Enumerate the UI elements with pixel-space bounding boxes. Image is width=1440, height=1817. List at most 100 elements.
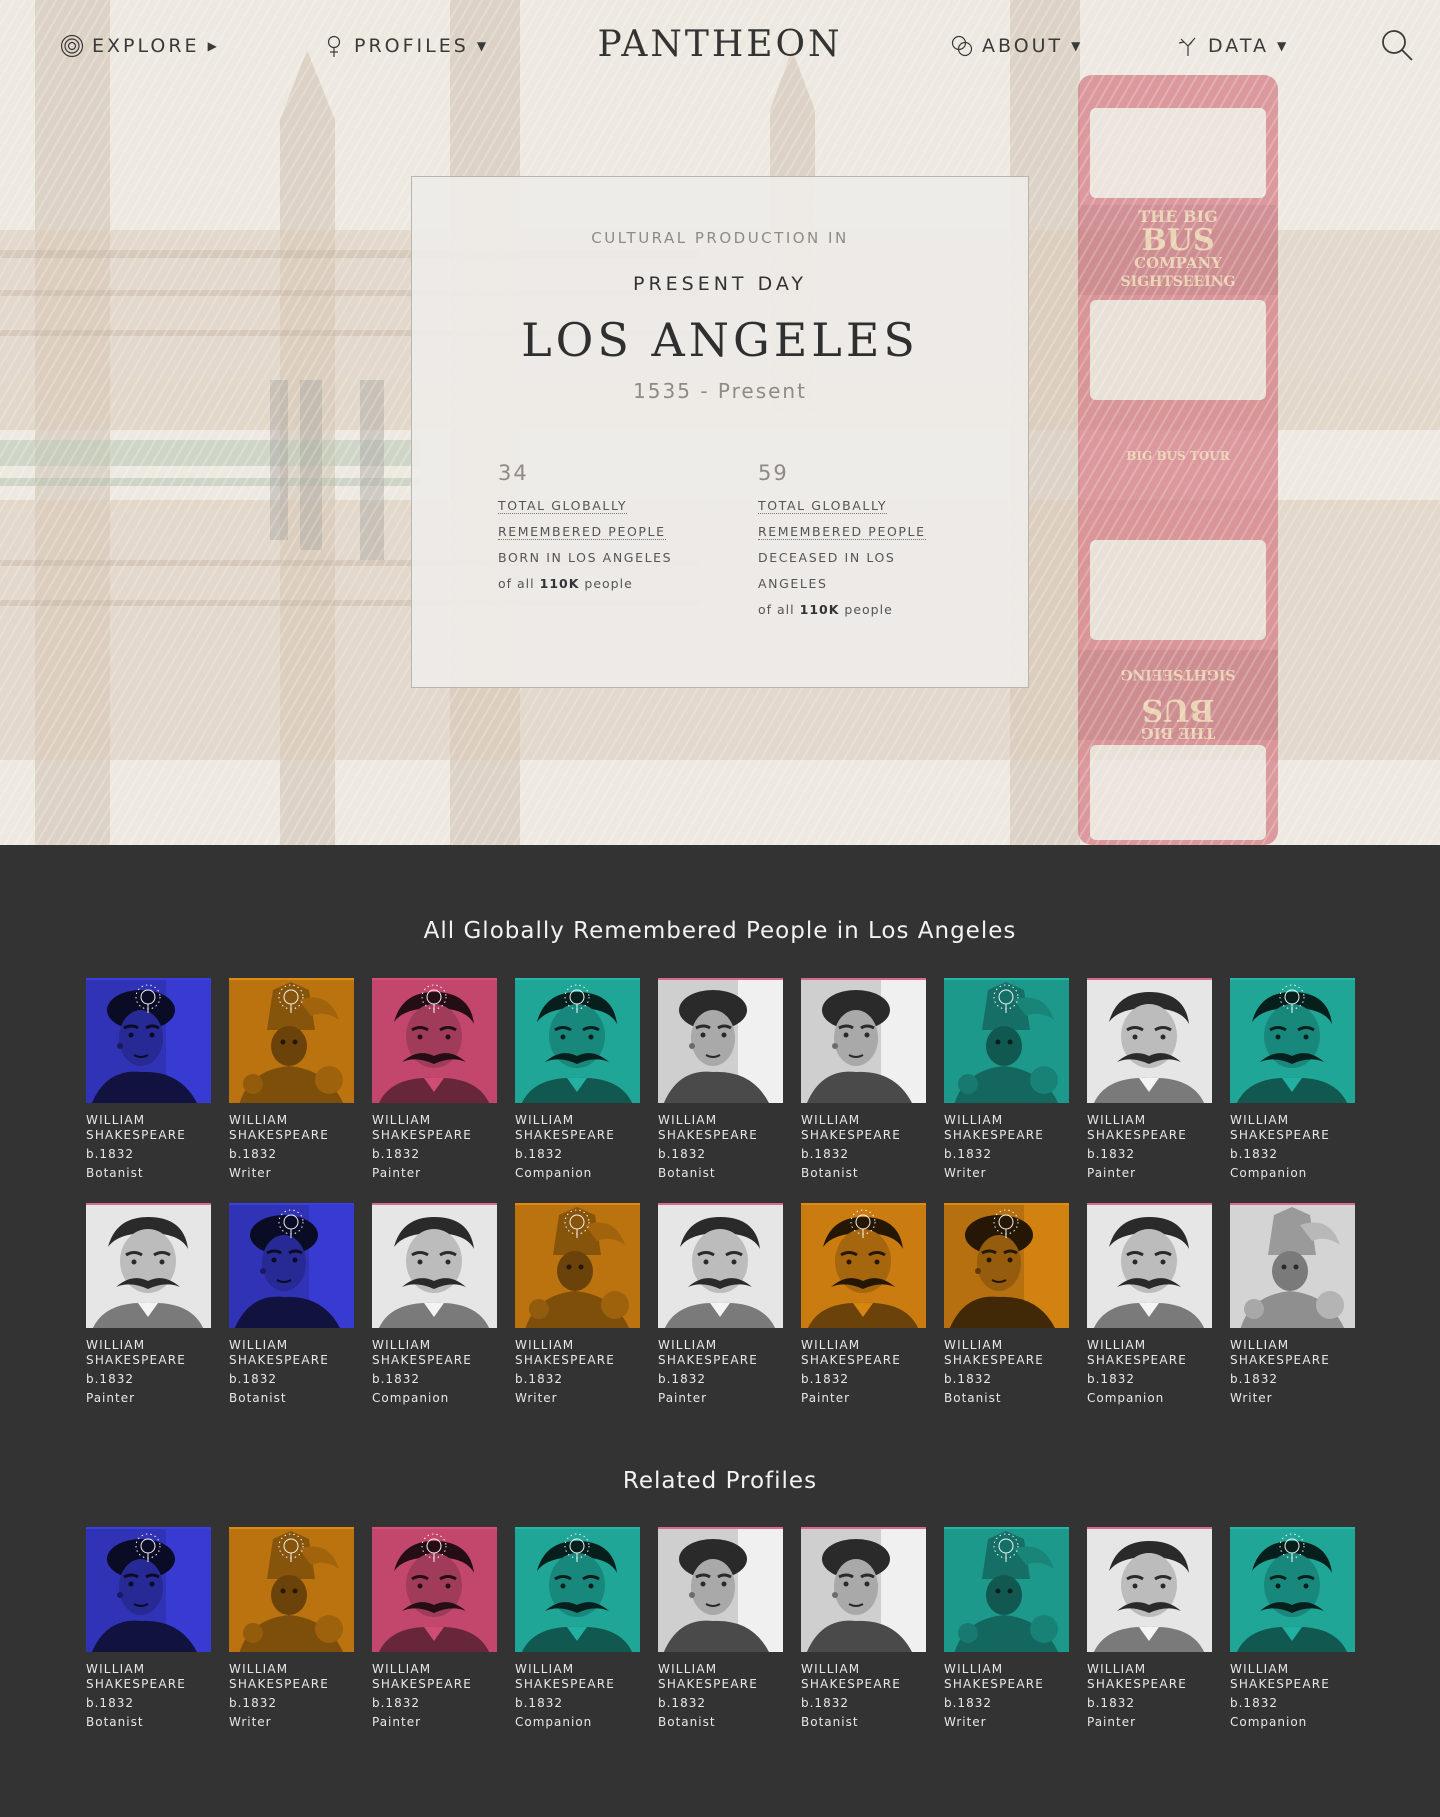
person-portrait[interactable]: [1087, 1527, 1212, 1652]
person-portrait[interactable]: [1230, 1527, 1355, 1652]
person-card[interactable]: William Shakespeare b.1832 Writer: [944, 978, 1069, 1183]
person-card[interactable]: William Shakespeare b.1832 Companion: [1230, 1527, 1355, 1732]
person-portrait[interactable]: [944, 1527, 1069, 1652]
person-name[interactable]: William Shakespeare: [515, 1113, 640, 1143]
person-card[interactable]: William Shakespeare b.1832 Botanist: [801, 1527, 926, 1732]
person-portrait[interactable]: [229, 978, 354, 1103]
person-portrait[interactable]: [944, 1203, 1069, 1328]
nav-explore[interactable]: Explore ▶: [60, 32, 217, 60]
nav-profiles[interactable]: Profiles ▼: [322, 32, 486, 60]
nav-about[interactable]: About ▼: [950, 32, 1080, 60]
person-name[interactable]: William Shakespeare: [229, 1662, 354, 1692]
stat-born-line-1[interactable]: Total globally: [498, 493, 698, 519]
person-card[interactable]: William Shakespeare b.1832 Writer: [1230, 1203, 1355, 1408]
person-name[interactable]: William Shakespeare: [1230, 1113, 1355, 1143]
person-name[interactable]: William Shakespeare: [515, 1338, 640, 1368]
person-card[interactable]: William Shakespeare b.1832 Painter: [372, 1527, 497, 1732]
person-card[interactable]: William Shakespeare b.1832 Companion: [515, 1527, 640, 1732]
person-card[interactable]: William Shakespeare b.1832 Botanist: [86, 978, 211, 1183]
person-name[interactable]: William Shakespeare: [86, 1338, 211, 1368]
person-name[interactable]: William Shakespeare: [944, 1662, 1069, 1692]
person-card[interactable]: William Shakespeare b.1832 Companion: [1087, 1203, 1212, 1408]
person-portrait[interactable]: [1230, 978, 1355, 1103]
person-name[interactable]: William Shakespeare: [86, 1662, 211, 1692]
person-name[interactable]: William Shakespeare: [86, 1113, 211, 1143]
person-portrait[interactable]: [1230, 1203, 1355, 1328]
person-card[interactable]: William Shakespeare b.1832 Writer: [944, 1527, 1069, 1732]
person-portrait[interactable]: [801, 978, 926, 1103]
person-portrait[interactable]: [86, 978, 211, 1103]
person-portrait[interactable]: [372, 1527, 497, 1652]
person-name[interactable]: William Shakespeare: [372, 1662, 497, 1692]
site-logo[interactable]: PANTHEON: [520, 24, 920, 65]
person-last-name: Shakespeare: [944, 1128, 1045, 1142]
person-last-name: Shakespeare: [229, 1677, 330, 1691]
nav-data[interactable]: Data ▼: [1176, 32, 1286, 60]
person-card[interactable]: William Shakespeare b.1832 Companion: [515, 978, 640, 1183]
person-card[interactable]: William Shakespeare b.1832 Painter: [1087, 978, 1212, 1183]
person-card[interactable]: William Shakespeare b.1832 Writer: [515, 1203, 640, 1408]
person-card[interactable]: William Shakespeare b.1832 Painter: [1087, 1527, 1212, 1732]
person-portrait[interactable]: [801, 1203, 926, 1328]
person-name[interactable]: William Shakespeare: [1087, 1662, 1212, 1692]
person-portrait[interactable]: [229, 1527, 354, 1652]
person-name[interactable]: William Shakespeare: [1087, 1338, 1212, 1368]
person-portrait[interactable]: [1087, 978, 1212, 1103]
person-name[interactable]: William Shakespeare: [658, 1662, 783, 1692]
person-portrait[interactable]: [229, 1203, 354, 1328]
person-portrait[interactable]: [658, 1203, 783, 1328]
person-name[interactable]: William Shakespeare: [372, 1113, 497, 1143]
person-portrait[interactable]: [372, 978, 497, 1103]
person-card[interactable]: William Shakespeare b.1832 Writer: [229, 1527, 354, 1732]
person-name[interactable]: William Shakespeare: [515, 1662, 640, 1692]
person-portrait[interactable]: [944, 978, 1069, 1103]
person-card[interactable]: William Shakespeare b.1832 Painter: [86, 1203, 211, 1408]
person-name[interactable]: William Shakespeare: [1230, 1338, 1355, 1368]
person-card[interactable]: William Shakespeare b.1832 Botanist: [229, 1203, 354, 1408]
person-name[interactable]: William Shakespeare: [801, 1113, 926, 1143]
person-occupation: Painter: [372, 1715, 422, 1729]
person-birth-year: b.1832: [801, 1696, 849, 1710]
person-portrait[interactable]: [86, 1527, 211, 1652]
person-portrait[interactable]: [515, 978, 640, 1103]
person-name[interactable]: William Shakespeare: [658, 1113, 783, 1143]
stat-born-line-2[interactable]: remembered people: [498, 519, 698, 545]
person-name[interactable]: William Shakespeare: [944, 1338, 1069, 1368]
person-name[interactable]: William Shakespeare: [801, 1662, 926, 1692]
person-card[interactable]: William Shakespeare b.1832 Painter: [372, 978, 497, 1183]
person-name[interactable]: William Shakespeare: [1230, 1662, 1355, 1692]
person-last-name: Shakespeare: [372, 1128, 473, 1142]
person-card[interactable]: William Shakespeare b.1832 Botanist: [944, 1203, 1069, 1408]
person-portrait[interactable]: [801, 1527, 926, 1652]
stat-died-line-2[interactable]: remembered people: [758, 519, 958, 545]
person-portrait[interactable]: [515, 1203, 640, 1328]
person-card[interactable]: William Shakespeare b.1832 Botanist: [86, 1527, 211, 1732]
person-name[interactable]: William Shakespeare: [658, 1338, 783, 1368]
person-last-name: Shakespeare: [1087, 1353, 1188, 1367]
person-name[interactable]: William Shakespeare: [801, 1338, 926, 1368]
person-occupation: Writer: [1230, 1391, 1273, 1405]
person-portrait[interactable]: [515, 1527, 640, 1652]
person-card[interactable]: William Shakespeare b.1832 Painter: [658, 1203, 783, 1408]
person-card[interactable]: William Shakespeare b.1832 Painter: [801, 1203, 926, 1408]
person-card[interactable]: William Shakespeare b.1832 Companion: [372, 1203, 497, 1408]
person-name[interactable]: William Shakespeare: [229, 1338, 354, 1368]
person-name[interactable]: William Shakespeare: [372, 1338, 497, 1368]
person-card[interactable]: William Shakespeare b.1832 Botanist: [658, 1527, 783, 1732]
person-name[interactable]: William Shakespeare: [1087, 1113, 1212, 1143]
person-card[interactable]: William Shakespeare b.1832 Writer: [229, 978, 354, 1183]
person-name[interactable]: William Shakespeare: [944, 1113, 1069, 1143]
person-card[interactable]: William Shakespeare b.1832 Companion: [1230, 978, 1355, 1183]
stat-died-line-1[interactable]: Total globally: [758, 493, 958, 519]
person-portrait[interactable]: [372, 1203, 497, 1328]
person-portrait[interactable]: [1087, 1203, 1212, 1328]
person-card[interactable]: William Shakespeare b.1832 Botanist: [658, 978, 783, 1183]
person-portrait[interactable]: [86, 1203, 211, 1328]
person-portrait[interactable]: [658, 1527, 783, 1652]
person-occupation: Botanist: [229, 1391, 287, 1405]
search-icon[interactable]: [1380, 28, 1414, 62]
person-portrait[interactable]: [658, 978, 783, 1103]
person-card[interactable]: William Shakespeare b.1832 Botanist: [801, 978, 926, 1183]
person-name[interactable]: William Shakespeare: [229, 1113, 354, 1143]
person-occupation: Companion: [1230, 1166, 1308, 1180]
